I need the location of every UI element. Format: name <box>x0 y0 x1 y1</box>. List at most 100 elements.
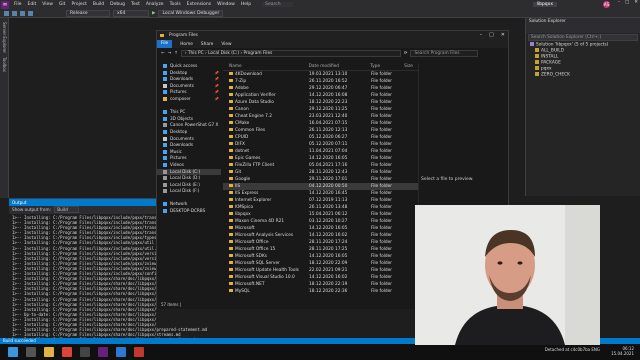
col-type[interactable]: Type <box>370 63 404 70</box>
ribbon-tab-share[interactable]: Share <box>201 42 213 47</box>
visual-studio-icon[interactable] <box>98 347 108 357</box>
file-row[interactable]: Cheat Engine 7.2 23.03.2021 12:40 File fol… <box>223 113 418 120</box>
clock[interactable]: 06:12 15.04.2021 <box>611 346 634 356</box>
file-row[interactable]: DIFX 05.12.2020 07:11 File folder <box>223 141 418 148</box>
menu-tools[interactable]: Tools <box>167 2 184 7</box>
menu-help[interactable]: Help <box>238 2 254 7</box>
solution-node[interactable]: ZERO_CHECK <box>526 72 640 78</box>
nav-item[interactable]: 3D Objects <box>157 116 221 123</box>
file-explorer-icon[interactable] <box>44 347 54 357</box>
file-row[interactable]: Epic Games 14.12.2020 16:05 File folder <box>223 155 418 162</box>
file-row[interactable]: FileZilla FTP Client 05.04.2021 17:16 File… <box>223 162 418 169</box>
file-row[interactable]: IIS Express 14.12.2020 16:45 File folder <box>223 190 418 197</box>
nav-item[interactable]: Local Disk (F:) <box>157 188 221 195</box>
nav-item[interactable]: Documents <box>157 136 221 143</box>
vs-search-box[interactable]: Search <box>262 2 293 7</box>
ribbon-tab-file[interactable]: File <box>157 40 173 48</box>
nav-item[interactable]: This PC <box>157 109 221 116</box>
chrome-icon[interactable] <box>62 347 72 357</box>
save-icon[interactable] <box>20 10 25 16</box>
menu-project[interactable]: Project <box>68 2 89 7</box>
nav-item[interactable]: Pictures <box>157 155 221 162</box>
solution-search-input[interactable]: Search Solution Explorer (Ctrl+;) <box>528 34 638 41</box>
nav-item[interactable]: composer 📌 <box>157 96 221 103</box>
file-row[interactable]: Maxon Cinema 4D R21 03.12.2020 10:27 File … <box>223 218 418 225</box>
fe-search-input[interactable]: Search Program Files <box>410 49 479 57</box>
file-row[interactable]: Microsoft SDKs 14.12.2020 16:05 File folde… <box>223 253 418 260</box>
menu-window[interactable]: Window <box>214 2 238 7</box>
nav-item[interactable]: Pictures 📌 <box>157 89 221 96</box>
file-row[interactable]: Microsoft Office 15 28.11.2020 17:25 File … <box>223 246 418 253</box>
nav-item[interactable]: Local Disk (E:) <box>157 182 221 189</box>
close-icon[interactable]: ✕ <box>634 0 638 5</box>
file-row[interactable]: Microsoft Update Health Tools 22.02.2021 … <box>223 267 418 274</box>
nav-item[interactable]: Downloads 📌 <box>157 76 221 83</box>
minimize-icon[interactable]: – <box>618 0 620 5</box>
nav-item[interactable]: Music <box>157 149 221 156</box>
refresh-icon[interactable]: ⟳ <box>404 51 408 56</box>
menu-file[interactable]: File <box>11 2 25 7</box>
file-row[interactable]: Microsoft Visual Studio 10.0 14.12.2020 1… <box>223 274 418 281</box>
file-row[interactable]: dotnet 11.04.2021 07:04 File folder <box>223 148 418 155</box>
menu-build[interactable]: Build <box>90 2 107 7</box>
avatar[interactable]: AS <box>603 1 610 8</box>
menu-test[interactable]: Test <box>128 2 143 7</box>
ribbon-tab-view[interactable]: View <box>221 42 231 47</box>
file-row[interactable]: Adobe 29.12.2020 06:47 File folder <box>223 85 418 92</box>
col-name[interactable]: Name <box>223 63 309 70</box>
config-dropdown[interactable]: Release <box>66 9 110 17</box>
file-row[interactable]: Common Files 26.11.2020 12:13 File folder <box>223 127 418 134</box>
menu-debug[interactable]: Debug <box>107 2 128 7</box>
play-icon[interactable]: ▶ <box>152 11 155 16</box>
file-row[interactable]: Microsoft.NET 18.12.2020 22:19 File folder <box>223 281 418 288</box>
search-icon[interactable] <box>26 347 36 357</box>
file-row[interactable]: Microsoft SQL Server 18.12.2020 22:09 File… <box>223 260 418 267</box>
maximize-icon[interactable]: □ <box>625 0 629 5</box>
col-date[interactable]: Date modified <box>309 63 371 70</box>
file-row[interactable]: Application Verifier 14.12.2020 16:08 File… <box>223 92 418 99</box>
nav-item[interactable]: Desktop <box>157 129 221 136</box>
app-icon-1[interactable] <box>116 347 126 357</box>
up-arrow-icon[interactable]: ↑ <box>174 51 178 56</box>
terminal-icon[interactable] <box>80 347 90 357</box>
debugger-dropdown[interactable]: Local Windows Debugger <box>158 9 224 17</box>
platform-dropdown[interactable]: x64 <box>113 9 149 17</box>
col-size[interactable]: Size <box>404 63 418 70</box>
file-row[interactable]: Google 29.11.2020 17:01 File folder <box>223 176 418 183</box>
file-row[interactable]: Git 28.11.2020 12:43 File folder <box>223 169 418 176</box>
system-tray[interactable]: Detached at c4c0b7ba ENG <box>545 347 600 352</box>
menu-git[interactable]: Git <box>56 2 69 7</box>
output-source-dropdown[interactable]: Build <box>54 206 79 213</box>
menu-analyze[interactable]: Analyze <box>143 2 167 7</box>
forward-arrow-icon[interactable]: → <box>168 51 172 56</box>
nav-item[interactable]: Canon PowerShot G7 X <box>157 122 221 129</box>
nav-item[interactable]: Local Disk (D:) <box>157 175 221 182</box>
file-row[interactable]: 7-Zip 26.11.2020 16:52 File folder <box>223 78 418 85</box>
file-row[interactable]: CMake 16.04.2021 07:15 File folder <box>223 120 418 127</box>
nav-item[interactable]: Videos <box>157 162 221 169</box>
nav-item[interactable]: Network <box>157 201 221 208</box>
file-row[interactable]: Azure Data Studio 18.12.2020 22:23 File fo… <box>223 99 418 106</box>
file-row[interactable]: 4KDownload 19.03.2021 13:10 File folder <box>223 71 418 78</box>
menu-view[interactable]: View <box>39 2 56 7</box>
nav-item[interactable]: Documents 📌 <box>157 83 221 90</box>
toolbox-tab[interactable]: Toolbox <box>2 57 7 72</box>
file-row[interactable]: IIS 04.12.2020 00:50 File folder <box>223 183 418 190</box>
windows-start-icon[interactable] <box>8 347 18 357</box>
ribbon-tab-home[interactable]: Home <box>180 42 193 47</box>
file-row[interactable]: Microsoft Analysis Services 14.12.2020 16… <box>223 232 418 239</box>
forward-icon[interactable] <box>12 10 17 16</box>
nav-item[interactable]: DESKTOP-DCRBS <box>157 208 221 215</box>
file-row[interactable]: MySQL 18.12.2020 22:36 File folder <box>223 288 418 295</box>
menu-edit[interactable]: Edit <box>25 2 40 7</box>
server-explorer-tab[interactable]: Server Explorer <box>2 22 7 53</box>
file-row[interactable]: Microsoft Office 28.11.2020 17:24 File fol… <box>223 239 418 246</box>
back-icon[interactable] <box>4 10 9 16</box>
undo-icon[interactable] <box>28 10 33 16</box>
nav-item[interactable]: Quick access <box>157 63 221 70</box>
fe-maximize-icon[interactable]: □ <box>489 32 494 38</box>
fe-close-icon[interactable]: ✕ <box>501 32 505 38</box>
fe-minimize-icon[interactable]: – <box>480 32 483 38</box>
nav-item[interactable]: Local Disk (C:) <box>157 168 221 176</box>
file-row[interactable]: CPUID 05.12.2020 06:27 File folder <box>223 134 418 141</box>
